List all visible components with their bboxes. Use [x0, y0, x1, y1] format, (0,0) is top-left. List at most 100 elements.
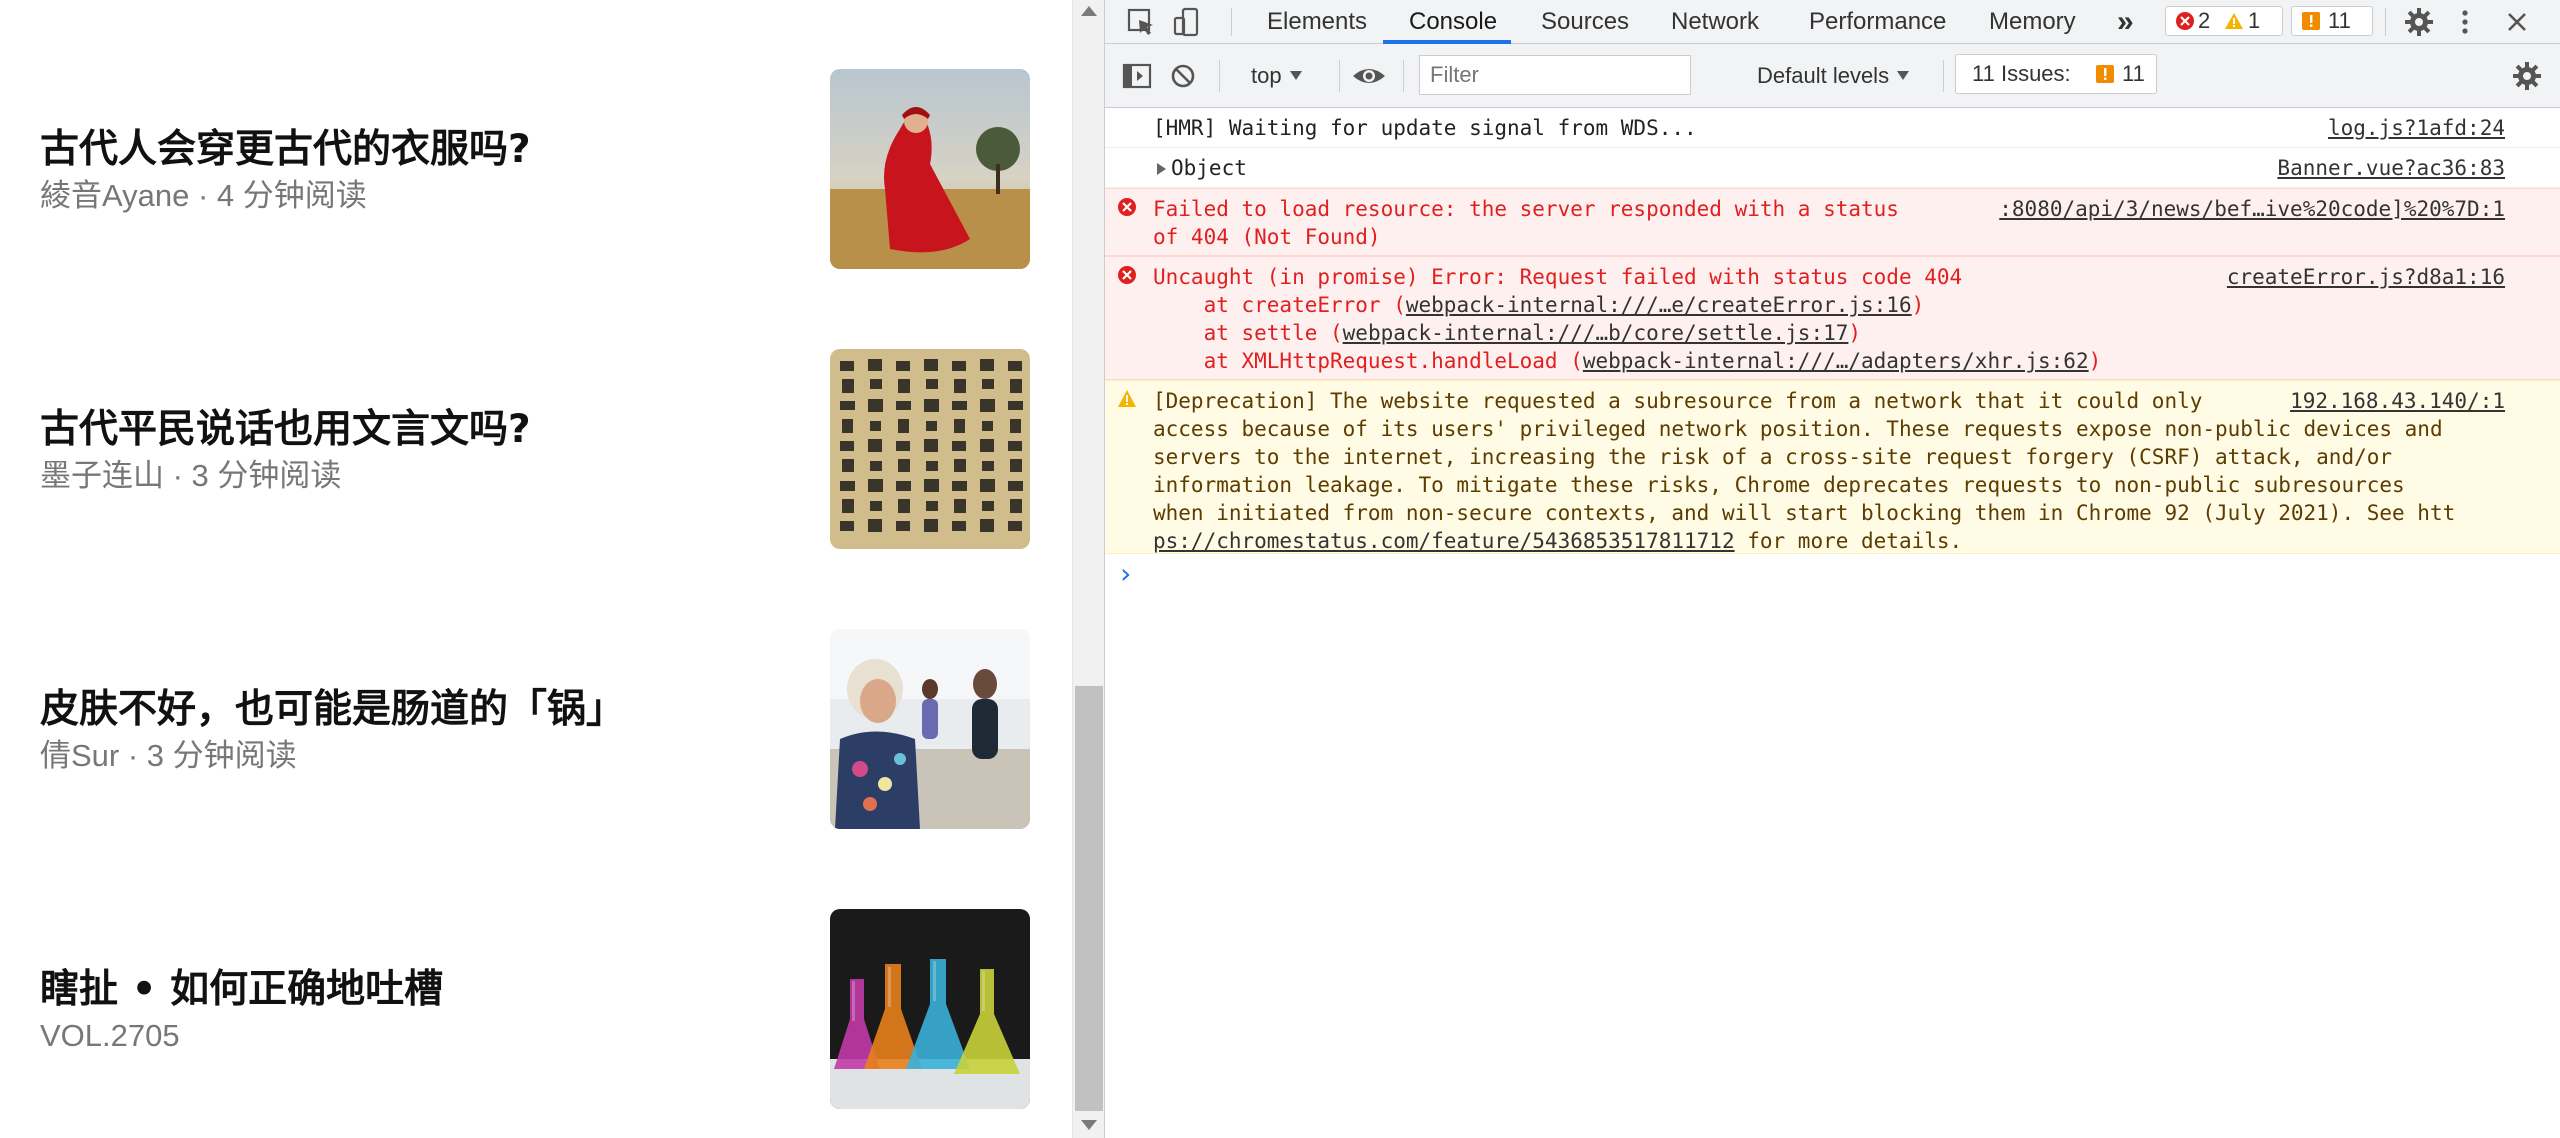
close-icon[interactable] [2501, 6, 2533, 38]
article-meta: 綾音Ayane · 4 分钟阅读 [40, 178, 367, 213]
error-icon [2176, 12, 2194, 30]
devtools-panel: Elements Console Sources Network Perform… [1104, 0, 2560, 1138]
issues-count: 11 [2122, 61, 2145, 86]
article-title[interactable]: 皮肤不好，也可能是肠道的「锅」 [40, 686, 625, 734]
scroll-thumb[interactable] [1075, 686, 1103, 1111]
chevron-down-icon [1289, 71, 1302, 81]
error-icon [1118, 198, 1136, 216]
issue-icon [2302, 12, 2320, 30]
divider [1231, 8, 1232, 36]
console-message[interactable]: Object Banner.vue?ac36:83 [1105, 148, 2560, 188]
issues-count: 11 [2328, 8, 2351, 33]
article-list: 古代人会穿更古代的衣服吗? 綾音Ayane · 4 分钟阅读 古代平民说话也用文… [0, 0, 1072, 1138]
yoga-class-photo [830, 629, 1030, 829]
issues-counter[interactable]: 11 [2291, 6, 2373, 36]
gear-icon[interactable] [2403, 6, 2435, 38]
warning-icon [2224, 12, 2244, 30]
issue-icon [2096, 65, 2114, 83]
tab-network[interactable]: Network [1671, 0, 1759, 44]
inspect-element-icon[interactable] [1125, 6, 1157, 38]
article-meta: 墨子连山 · 3 分钟阅读 [40, 458, 342, 493]
warning-count: 1 [2248, 8, 2261, 33]
log-levels-dropdown[interactable]: Default levels [1757, 44, 1910, 108]
list-item[interactable]: 瞎扯 • 如何正确地吐槽 VOL.2705 [0, 870, 1072, 1138]
message-text: information leakage. To mitigate these r… [1153, 473, 2405, 497]
console-toolbar: top Default levels 11 Issues: 11 [1105, 44, 2560, 108]
list-item[interactable]: 古代人会穿更古代的衣服吗? 綾音Ayane · 4 分钟阅读 [0, 30, 1072, 310]
clear-console-icon[interactable] [1167, 60, 1199, 92]
message-text: Object [1171, 156, 1247, 180]
issues-button[interactable]: 11 Issues: 11 [1955, 54, 2157, 94]
message-text: when initiated from non-secure contexts,… [1153, 501, 2456, 525]
message-text: Uncaught (in promise) Error: Request fai… [1153, 265, 1963, 289]
console-warning: [Deprecation] The website requested a su… [1105, 380, 2560, 554]
article-thumbnail[interactable] [830, 69, 1030, 269]
message-text-tail: for more details. [1734, 529, 1963, 553]
page-scrollbar[interactable] [1072, 0, 1104, 1138]
more-tabs-button[interactable]: » [2117, 0, 2134, 44]
stack-frame-text: ) [2088, 349, 2102, 373]
tab-sources[interactable]: Sources [1541, 0, 1629, 44]
stack-frame: at XMLHttpRequest.handleLoad (webpack-in… [1153, 347, 2102, 375]
article-meta: 倩Sur · 3 分钟阅读 [40, 738, 297, 773]
stack-frame-link[interactable]: webpack-internal:///…b/core/settle.js:17 [1343, 321, 1849, 345]
divider [1219, 60, 1220, 92]
tab-performance[interactable]: Performance [1809, 0, 1946, 44]
list-item[interactable]: 皮肤不好，也可能是肠道的「锅」 倩Sur · 3 分钟阅读 [0, 590, 1072, 870]
tab-console[interactable]: Console [1409, 0, 1497, 44]
article-thumbnail[interactable] [830, 909, 1030, 1109]
divider [1339, 60, 1340, 92]
console-settings-gear-icon[interactable] [2511, 60, 2543, 92]
scroll-up-icon[interactable] [1081, 6, 1097, 16]
kebab-menu-icon[interactable] [2449, 6, 2481, 38]
divider [1403, 60, 1404, 92]
scroll-down-icon[interactable] [1081, 1120, 1097, 1130]
divider [2385, 8, 2386, 36]
article-thumbnail[interactable] [830, 629, 1030, 829]
tab-elements[interactable]: Elements [1267, 0, 1367, 44]
log-levels-label: Default levels [1757, 63, 1890, 88]
stack-frame-text: at settle ( [1153, 321, 1343, 345]
stack-frame-text: ) [1911, 293, 1925, 317]
message-source-link[interactable]: createError.js?d8a1:16 [2227, 263, 2505, 291]
eye-icon[interactable] [1349, 60, 1389, 92]
woman-in-red-dress-photo [830, 69, 1030, 269]
chromestatus-link[interactable]: ps://chromestatus.com/feature/5436853517… [1153, 529, 1735, 553]
device-toolbar-icon[interactable] [1171, 6, 1203, 38]
stack-frame-link[interactable]: webpack-internal:///…/adapters/xhr.js:62 [1583, 349, 2089, 373]
context-selector[interactable]: top [1251, 44, 1302, 108]
article-thumbnail[interactable] [830, 349, 1030, 549]
article-meta: VOL.2705 [40, 1018, 180, 1053]
stack-frame-text: at createError ( [1153, 293, 1406, 317]
stack-frame-text: at XMLHttpRequest.handleLoad ( [1153, 349, 1583, 373]
warning-icon [1118, 390, 1136, 407]
filter-input[interactable] [1419, 55, 1691, 95]
tab-memory[interactable]: Memory [1989, 0, 2076, 44]
ancient-chinese-script-photo [830, 349, 1030, 549]
message-source-link[interactable]: log.js?1afd:24 [2328, 114, 2505, 142]
article-title[interactable]: 瞎扯 • 如何正确地吐槽 [40, 966, 443, 1014]
console-prompt[interactable]: › [1117, 560, 1134, 588]
console-error: Failed to load resource: the server resp… [1105, 188, 2560, 256]
chevron-down-icon [1897, 71, 1910, 81]
console-error: Uncaught (in promise) Error: Request fai… [1105, 256, 2560, 380]
error-warning-counter[interactable]: 2 1 [2165, 6, 2283, 36]
list-item[interactable]: 古代平民说话也用文言文吗? 墨子连山 · 3 分钟阅读 [0, 310, 1072, 590]
message-text: of 404 (Not Found) [1153, 225, 1381, 249]
article-title[interactable]: 古代人会穿更古代的衣服吗? [40, 126, 531, 174]
error-icon [1118, 266, 1136, 284]
colorful-flasks-photo [830, 909, 1030, 1109]
message-text: ps://chromestatus.com/feature/5436853517… [1153, 527, 1962, 555]
context-label: top [1251, 63, 1282, 88]
message-source-link[interactable]: Banner.vue?ac36:83 [2277, 154, 2505, 182]
message-text: access because of its users' privileged … [1153, 417, 2443, 441]
message-text: [Deprecation] The website requested a su… [1153, 389, 2203, 413]
message-source-link[interactable]: :8080/api/3/news/bef…ive%20code]%20%7D:1 [1999, 195, 2505, 223]
article-title[interactable]: 古代平民说话也用文言文吗? [40, 406, 531, 454]
message-text: Failed to load resource: the server resp… [1153, 197, 1899, 221]
sidebar-toggle-icon[interactable] [1121, 60, 1153, 92]
message-source-link[interactable]: 192.168.43.140/:1 [2290, 387, 2505, 415]
stack-frame-link[interactable]: webpack-internal:///…e/createError.js:16 [1406, 293, 1912, 317]
devtools-tabbar: Elements Console Sources Network Perform… [1105, 0, 2560, 44]
expand-triangle-icon[interactable] [1155, 162, 1167, 176]
